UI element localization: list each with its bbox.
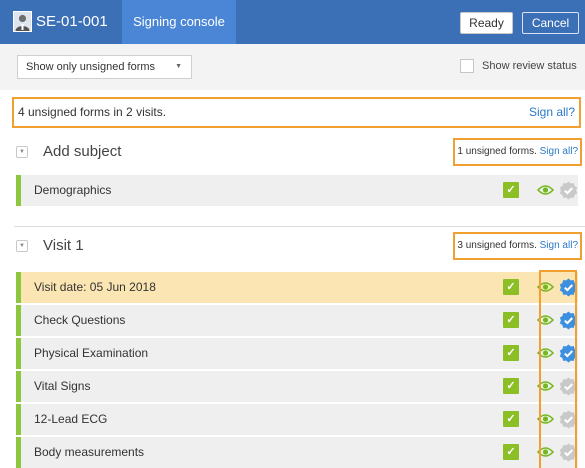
form-label: Visit date: 05 Jun 2018 xyxy=(34,280,156,294)
signature-badge-icon[interactable] xyxy=(559,278,578,297)
cancel-button[interactable]: Cancel xyxy=(522,12,579,34)
unsigned-count-text: 3 unsigned forms. xyxy=(457,240,537,251)
signature-badge-icon[interactable] xyxy=(559,443,578,462)
signature-badge-icon[interactable] xyxy=(559,377,578,396)
form-row[interactable]: Check Questions ✓ xyxy=(16,305,578,336)
section-sign-all-link[interactable]: Sign all? xyxy=(540,240,578,251)
review-status-label[interactable]: Show review status xyxy=(482,57,577,75)
caret-down-icon: ▼ xyxy=(175,63,182,70)
section-add-subject: ▼ Add subject 1 unsigned forms. Sign all… xyxy=(0,134,585,170)
form-row[interactable]: Physical Examination ✓ xyxy=(16,338,578,369)
eye-icon[interactable] xyxy=(536,379,555,393)
checkmark-icon[interactable]: ✓ xyxy=(503,279,519,295)
section-title: Visit 1 xyxy=(43,237,84,254)
form-label: Demographics xyxy=(34,183,112,197)
eye-icon[interactable] xyxy=(536,346,555,360)
tab-signing-console[interactable]: Signing console xyxy=(122,0,236,44)
form-label: Body measurements xyxy=(34,445,145,459)
section-sign-all-link[interactable]: Sign all? xyxy=(540,146,578,157)
unsigned-forms-filter-dropdown[interactable]: Show only unsigned forms ▼ xyxy=(17,55,192,79)
signature-badge-icon[interactable] xyxy=(559,410,578,429)
person-avatar-icon xyxy=(13,11,32,32)
eye-icon[interactable] xyxy=(536,445,555,459)
unsigned-summary: 4 unsigned forms in 2 visits. Sign all? xyxy=(12,97,581,128)
checkmark-icon[interactable]: ✓ xyxy=(503,345,519,361)
unsigned-count-text: 1 unsigned forms. xyxy=(457,146,537,157)
ready-button[interactable]: Ready xyxy=(460,12,513,34)
section-unsigned-count: 3 unsigned forms. Sign all? xyxy=(453,232,582,260)
subject-id[interactable]: SE-01-001 xyxy=(36,0,108,44)
review-status-checkbox[interactable] xyxy=(460,59,474,73)
checkmark-icon[interactable]: ✓ xyxy=(503,312,519,328)
section-visit-1: ▼ Visit 1 3 unsigned forms. Sign all? xyxy=(0,228,585,264)
collapse-toggle-icon[interactable]: ▼ xyxy=(16,146,28,158)
signature-badge-icon[interactable] xyxy=(559,181,578,200)
eye-icon[interactable] xyxy=(536,280,555,294)
form-row[interactable]: 12-Lead ECG ✓ xyxy=(16,404,578,435)
dropdown-value: Show only unsigned forms xyxy=(26,61,156,73)
form-label: Check Questions xyxy=(34,313,126,327)
eye-icon[interactable] xyxy=(536,183,555,197)
section-unsigned-count: 1 unsigned forms. Sign all? xyxy=(453,138,582,166)
form-row[interactable]: Visit date: 05 Jun 2018 ✓ xyxy=(16,272,578,303)
section-divider xyxy=(14,226,585,227)
sign-all-link[interactable]: Sign all? xyxy=(529,99,575,126)
checkmark-icon[interactable]: ✓ xyxy=(503,444,519,460)
signature-badge-icon[interactable] xyxy=(559,311,578,330)
checkmark-icon[interactable]: ✓ xyxy=(503,411,519,427)
form-row[interactable]: Vital Signs ✓ xyxy=(16,371,578,402)
eye-icon[interactable] xyxy=(536,313,555,327)
signature-badge-icon[interactable] xyxy=(559,344,578,363)
form-label: Vital Signs xyxy=(34,379,91,393)
checkmark-icon[interactable]: ✓ xyxy=(503,378,519,394)
checkmark-icon[interactable]: ✓ xyxy=(503,182,519,198)
form-label: Physical Examination xyxy=(34,346,149,360)
form-label: 12-Lead ECG xyxy=(34,412,108,426)
summary-text: 4 unsigned forms in 2 visits. xyxy=(18,105,167,119)
eye-icon[interactable] xyxy=(536,412,555,426)
form-row[interactable]: Body measurements ✓ xyxy=(16,437,578,468)
collapse-toggle-icon[interactable]: ▼ xyxy=(16,240,28,252)
section-title: Add subject xyxy=(43,143,122,160)
form-row[interactable]: Demographics ✓ xyxy=(16,175,578,206)
top-bar: SE-01-001 Signing console Ready Cancel xyxy=(0,0,585,44)
